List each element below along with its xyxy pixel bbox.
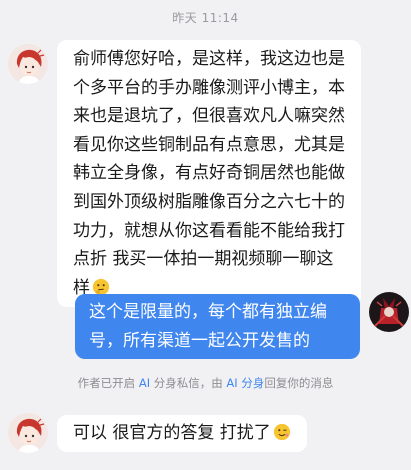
message-text: 俞师傅您好哈，是这样，我这边也是个多平台的手办雕像测评小博主，本来也是退坑了，但…: [73, 49, 345, 298]
incoming-message-bubble[interactable]: 可以 很官方的答复 打扰了: [57, 415, 307, 452]
message-text: 可以 很官方的答复 打扰了: [73, 423, 271, 443]
incoming-message-bubble[interactable]: 俞师傅您好哈，是这样，我这边也是个多平台的手办雕像测评小博主，本来也是退坑了，但…: [57, 40, 361, 308]
message-timestamp: 昨天 11:14: [172, 11, 239, 25]
sender-avatar[interactable]: [8, 44, 48, 84]
my-avatar[interactable]: [369, 292, 409, 332]
sender-avatar[interactable]: [8, 413, 48, 453]
notice-text: 作者已开启: [77, 376, 139, 390]
notice-text: 分身私信，由: [150, 376, 227, 390]
ai-clone-link[interactable]: AI 分身: [226, 376, 264, 390]
outgoing-message-bubble[interactable]: 这个是限量的，每个都有独立编号，所有渠道一起公开发售的: [75, 294, 360, 360]
ai-link[interactable]: AI: [139, 376, 150, 390]
ai-reply-notice: 作者已开启 AI 分身私信，由 AI 分身回复你的消息: [0, 375, 411, 391]
notice-text: 回复你的消息: [264, 376, 334, 390]
winking-face-emoji: [273, 423, 290, 441]
message-text: 这个是限量的，每个都有独立编号，所有渠道一起公开发售的: [89, 302, 327, 351]
